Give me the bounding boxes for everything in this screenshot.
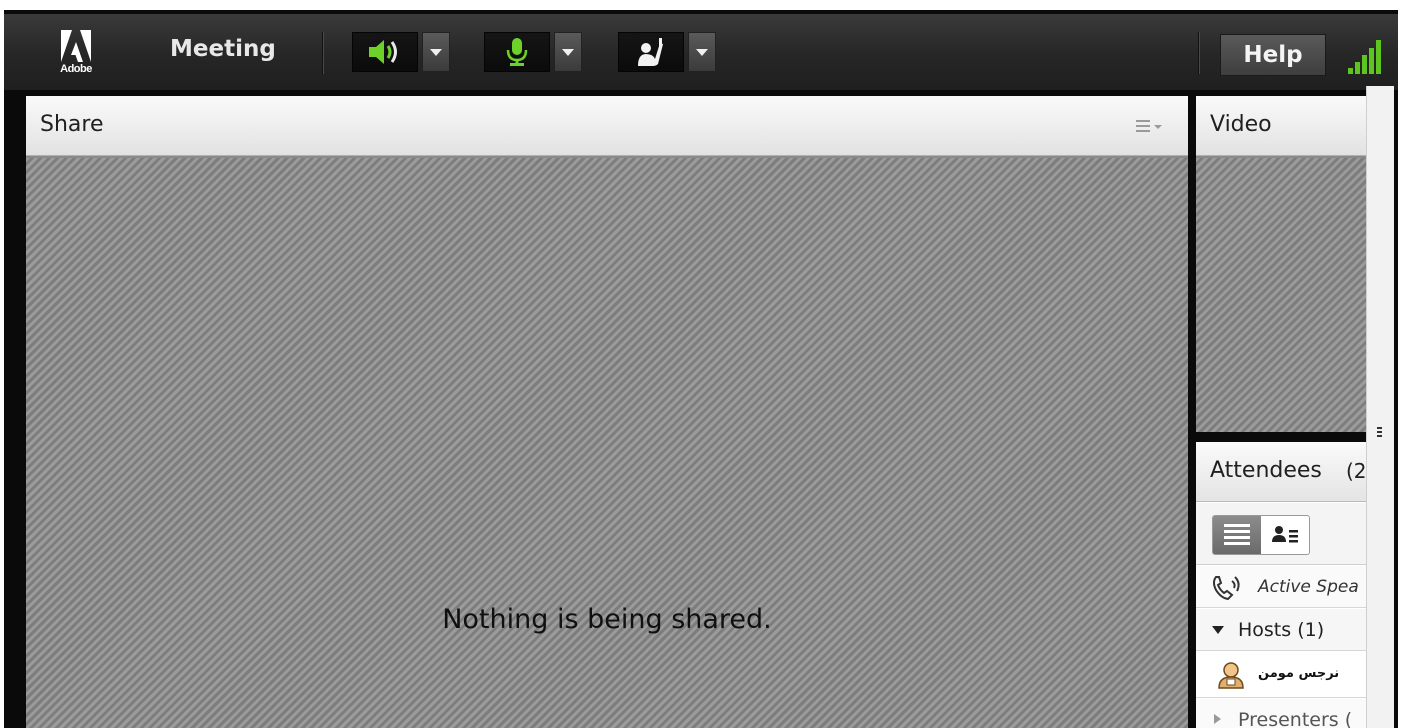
microphone-icon <box>506 38 528 66</box>
hosts-group-label: Hosts (1) <box>1238 619 1325 641</box>
video-stage <box>1196 158 1366 432</box>
attendees-count: (2 <box>1346 459 1366 483</box>
presenters-group-row[interactable]: Presenters ( <box>1196 699 1366 728</box>
collapse-triangle-icon <box>1212 626 1224 634</box>
status-control <box>618 32 716 72</box>
help-button[interactable]: Help <box>1220 34 1326 76</box>
active-speakers-label: Active Spea <box>1258 577 1359 597</box>
raise-hand-button[interactable] <box>618 32 684 72</box>
attendees-pod-title: Attendees <box>1210 458 1322 483</box>
app-window: Adobe Meeting Help Share Nothing is bein… <box>4 10 1398 728</box>
speaker-dropdown-button[interactable] <box>422 32 450 72</box>
attendees-pod-header: Attendees (2 <box>1196 442 1366 502</box>
presenters-group-label: Presenters ( <box>1238 709 1353 728</box>
active-speakers-row: Active Spea <box>1196 566 1366 608</box>
video-pod: Video <box>1196 96 1366 432</box>
attendee-row[interactable]: نرجس مومن <box>1196 652 1366 698</box>
raise-hand-icon <box>638 38 663 66</box>
expand-triangle-icon <box>1214 714 1221 724</box>
connection-signal-icon <box>1348 40 1381 74</box>
right-panel-edge <box>1366 86 1394 728</box>
status-view-button[interactable] <box>1261 516 1309 554</box>
video-pod-header: Video <box>1196 96 1366 156</box>
pod-menu-icon[interactable] <box>1132 118 1166 136</box>
chevron-down-icon <box>696 48 708 56</box>
adobe-logo: Adobe <box>54 30 98 84</box>
active-speaker-phone-icon <box>1213 576 1240 601</box>
toolbar-divider <box>322 32 324 74</box>
host-user-icon <box>1218 662 1244 689</box>
share-pod-header: Share <box>26 96 1188 156</box>
share-pod-title: Share <box>40 112 104 137</box>
chevron-down-icon <box>430 48 442 56</box>
speaker-button[interactable] <box>352 32 418 72</box>
speaker-icon <box>369 40 397 64</box>
top-toolbar: Adobe Meeting Help <box>4 10 1398 90</box>
microphone-control <box>484 32 582 72</box>
adobe-logo-icon <box>61 30 91 62</box>
panel-resize-handle[interactable] <box>1377 426 1383 440</box>
meeting-menu[interactable]: Meeting <box>170 36 276 62</box>
list-view-icon <box>1224 524 1250 545</box>
microphone-button[interactable] <box>484 32 550 72</box>
status-dropdown-button[interactable] <box>688 32 716 72</box>
adobe-logo-text: Adobe <box>60 63 92 75</box>
share-stage: Nothing is being shared. <box>26 158 1188 728</box>
share-pod: Share Nothing is being shared. <box>26 96 1188 728</box>
microphone-dropdown-button[interactable] <box>554 32 582 72</box>
toolbar-divider <box>1198 32 1200 74</box>
speaker-control <box>352 32 450 72</box>
attendees-view-bar <box>1196 503 1366 565</box>
attendee-status-view-icon <box>1272 526 1298 543</box>
hosts-group-row[interactable]: Hosts (1) <box>1196 609 1366 651</box>
attendees-pod: Attendees (2 Active Spea Hosts (1) نرجس … <box>1196 442 1366 728</box>
attendees-view-toggle <box>1212 515 1310 555</box>
chevron-down-icon <box>562 48 574 56</box>
attendee-name: نرجس مومن <box>1258 666 1340 681</box>
video-pod-title: Video <box>1210 112 1272 137</box>
share-empty-message: Nothing is being shared. <box>442 604 772 635</box>
list-view-button[interactable] <box>1213 516 1261 554</box>
